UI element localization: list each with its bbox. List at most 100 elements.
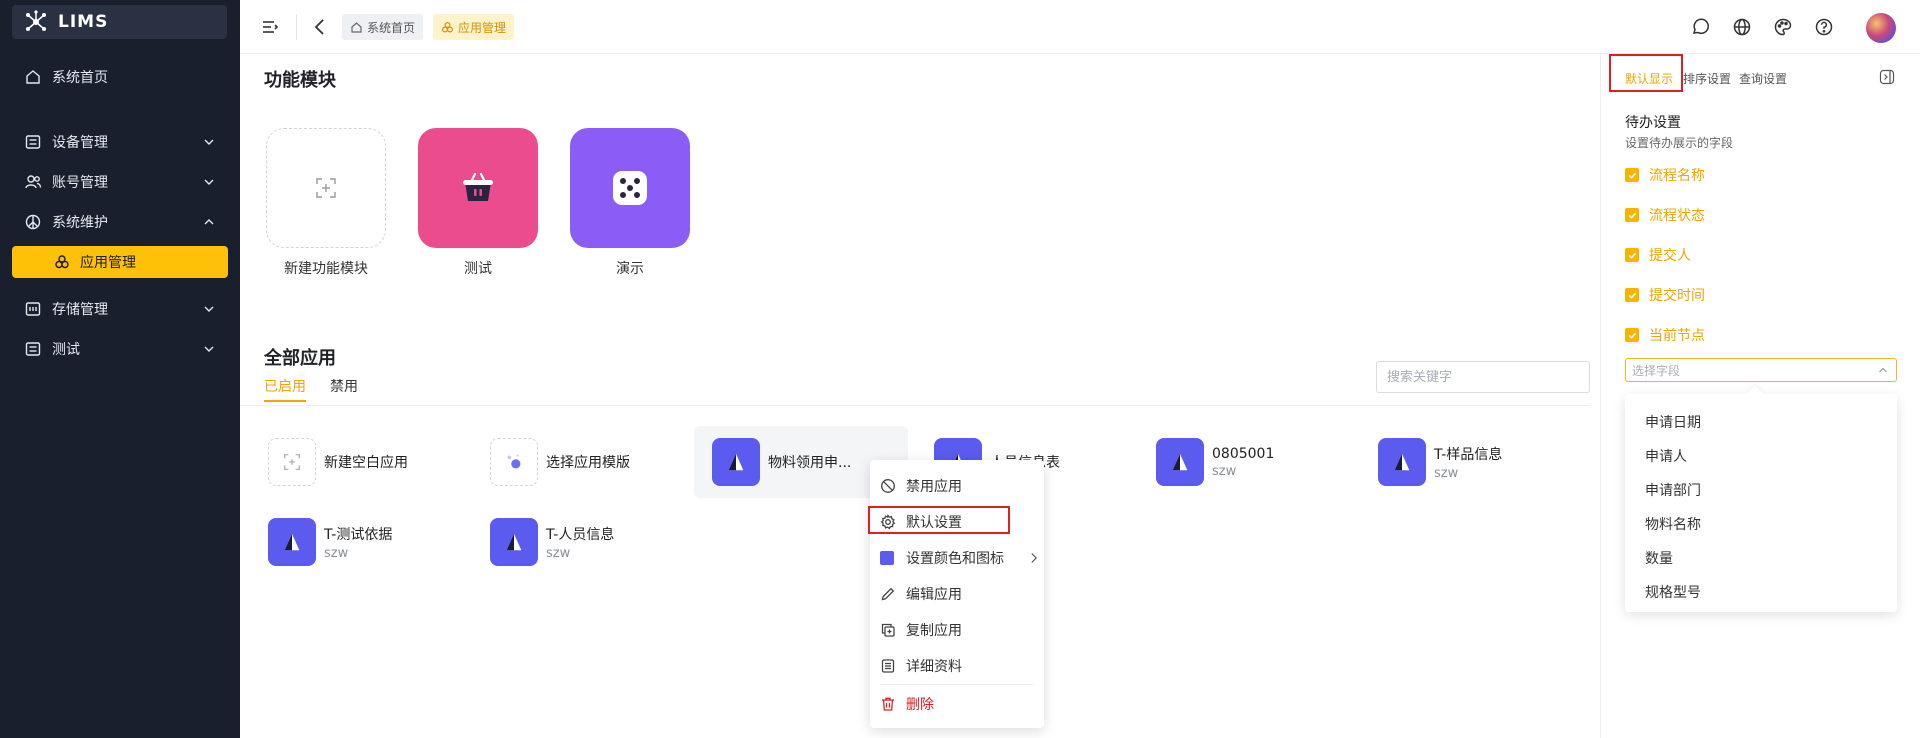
checkbox-checked-icon bbox=[1625, 288, 1639, 302]
menu-item-color-icon[interactable]: 设置颜色和图标 bbox=[880, 544, 1040, 572]
panel-subtitle: 设置待办展示的字段 bbox=[1625, 136, 1734, 150]
app-owner: szw bbox=[1212, 463, 1237, 479]
sidebar-item-maintenance[interactable]: 系统维护 bbox=[24, 207, 216, 237]
highlight-box bbox=[1609, 54, 1683, 92]
sidebar-item-test[interactable]: 测试 bbox=[24, 334, 216, 364]
storage-icon bbox=[24, 300, 42, 318]
sidebar-item-accounts[interactable]: 账号管理 bbox=[24, 167, 216, 197]
app-management-icon bbox=[441, 21, 454, 33]
menu-fold-icon[interactable] bbox=[260, 17, 280, 37]
app-name: T-人员信息 bbox=[546, 526, 615, 543]
menu-item-copy[interactable]: 复制应用 bbox=[880, 616, 1036, 644]
app-card-staff[interactable]: T-人员信息 szw bbox=[490, 512, 614, 572]
dropdown-option[interactable]: 数量 bbox=[1645, 548, 1673, 568]
settings-panel: 默认显示 排序设置 查询设置 待办设置 设置待办展示的字段 流程名称 流程状态 … bbox=[1600, 54, 1920, 738]
color-swatch bbox=[880, 551, 894, 565]
users-icon bbox=[24, 173, 42, 191]
checkbox-label: 流程状态 bbox=[1649, 208, 1705, 224]
add-scan-icon bbox=[284, 454, 300, 470]
tab-query-settings[interactable]: 查询设置 bbox=[1739, 70, 1787, 87]
new-blank-app[interactable]: 新建空白应用 bbox=[268, 432, 408, 492]
menu-item-disable[interactable]: 禁用应用 bbox=[880, 472, 1036, 500]
chevron-up-icon bbox=[204, 219, 214, 225]
tab-enabled[interactable]: 已启用 bbox=[264, 376, 306, 396]
dropdown-option[interactable]: 申请部门 bbox=[1645, 480, 1701, 500]
dropdown-option[interactable]: 申请日期 bbox=[1645, 412, 1701, 432]
home-icon bbox=[24, 68, 42, 86]
tabs-divider bbox=[240, 405, 1590, 406]
module-card-test[interactable] bbox=[418, 128, 538, 248]
breadcrumb-current[interactable]: 应用管理 bbox=[433, 14, 515, 40]
menu-item-label: 编辑应用 bbox=[906, 587, 962, 603]
menu-item-edit[interactable]: 编辑应用 bbox=[880, 580, 1036, 608]
chevron-down-icon bbox=[204, 179, 214, 185]
checkbox-label: 当前节点 bbox=[1649, 328, 1705, 344]
module-card-demo[interactable] bbox=[570, 128, 690, 248]
sidebar-item-app-management[interactable]: 应用管理 bbox=[12, 246, 228, 278]
sidebar-item-storage[interactable]: 存储管理 bbox=[24, 294, 216, 324]
menu-item-label: 禁用应用 bbox=[906, 479, 962, 495]
app-icon bbox=[1378, 438, 1426, 486]
sidebar-item-devices[interactable]: 设备管理 bbox=[24, 127, 216, 157]
checkbox-checked-icon bbox=[1625, 168, 1639, 182]
menu-item-label: 删除 bbox=[906, 697, 934, 713]
search-input[interactable] bbox=[1376, 361, 1590, 393]
sidebar-item-label: 测试 bbox=[52, 342, 80, 358]
sidebar-item-label: 应用管理 bbox=[80, 255, 136, 271]
field-checkbox[interactable]: 当前节点 bbox=[1625, 325, 1705, 345]
app-name: T-样品信息 bbox=[1434, 446, 1503, 463]
field-checkbox[interactable]: 流程状态 bbox=[1625, 205, 1705, 225]
tab-sort-settings[interactable]: 排序设置 bbox=[1683, 70, 1731, 87]
app-owner: szw bbox=[546, 545, 571, 561]
choose-template-app[interactable]: 选择应用模版 bbox=[490, 432, 630, 492]
checkbox-label: 提交人 bbox=[1649, 248, 1691, 264]
menu-item-label: 详细资料 bbox=[906, 659, 962, 675]
user-avatar[interactable] bbox=[1866, 13, 1896, 43]
back-icon[interactable] bbox=[310, 17, 330, 37]
app-logo[interactable]: LIMS bbox=[12, 5, 227, 39]
field-checkbox[interactable]: 提交人 bbox=[1625, 245, 1691, 265]
breadcrumb-home-label: 系统首页 bbox=[367, 20, 416, 35]
app-name: 0805001 bbox=[1212, 445, 1275, 462]
tab-disabled[interactable]: 禁用 bbox=[330, 376, 358, 396]
header-divider bbox=[296, 14, 297, 40]
field-select[interactable]: 选择字段 bbox=[1625, 358, 1897, 382]
menu-item-delete[interactable]: 删除 bbox=[880, 690, 1036, 718]
field-checkbox[interactable]: 提交时间 bbox=[1625, 285, 1705, 305]
sidebar-item-home[interactable]: 系统首页 bbox=[24, 62, 216, 92]
app-name: T-测试依据 bbox=[324, 526, 393, 543]
globe-icon[interactable] bbox=[1732, 17, 1752, 37]
menu-item-details[interactable]: 详细资料 bbox=[880, 652, 1036, 680]
breadcrumb-home[interactable]: 系统首页 bbox=[342, 14, 424, 40]
app-icon bbox=[712, 438, 760, 486]
dropdown-option[interactable]: 申请人 bbox=[1645, 446, 1687, 466]
palette-icon[interactable] bbox=[1773, 17, 1793, 37]
help-icon[interactable] bbox=[1814, 17, 1834, 37]
sidebar-item-label: 设备管理 bbox=[52, 135, 108, 151]
app-logo-icon bbox=[506, 533, 522, 551]
chevron-up-icon bbox=[1879, 367, 1887, 373]
sidebar: LIMS 系统首页 设备管理 账号管理 系统维护 应用管理 存储管理 测试 bbox=[0, 0, 240, 738]
app-management-icon bbox=[55, 255, 69, 269]
dice-icon bbox=[613, 171, 647, 205]
app-card-test-basis[interactable]: T-测试依据 szw bbox=[268, 512, 392, 572]
dropdown-option[interactable]: 规格型号 bbox=[1645, 582, 1701, 602]
ban-icon bbox=[881, 479, 895, 493]
chevron-down-icon bbox=[204, 306, 214, 312]
message-icon[interactable] bbox=[1690, 17, 1710, 37]
new-module-card[interactable] bbox=[266, 128, 386, 248]
app-card-sample[interactable]: T-样品信息 szw bbox=[1378, 432, 1502, 492]
sidebar-item-label: 存储管理 bbox=[52, 302, 108, 318]
dropdown-option[interactable]: 物料名称 bbox=[1645, 514, 1701, 534]
app-card-0805001[interactable]: 0805001 szw bbox=[1156, 432, 1274, 492]
app-name: 新建空白应用 bbox=[324, 455, 408, 471]
collapse-panel-icon[interactable] bbox=[1879, 69, 1895, 85]
highlight-box bbox=[868, 506, 1010, 534]
top-header: 系统首页 应用管理 bbox=[240, 0, 1920, 54]
field-checkbox[interactable]: 流程名称 bbox=[1625, 165, 1705, 185]
dropdown-arrow bbox=[1746, 385, 1764, 403]
add-scan-icon bbox=[316, 178, 336, 198]
app-logo-icon bbox=[1394, 453, 1410, 471]
app-owner: szw bbox=[324, 545, 349, 561]
app-logo-icon bbox=[284, 533, 300, 551]
